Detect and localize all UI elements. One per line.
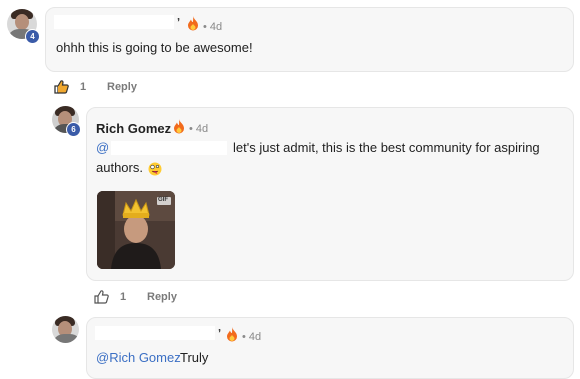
level-badge: 6 bbox=[66, 122, 81, 137]
reply-button[interactable]: Reply bbox=[147, 291, 177, 303]
comment-text: ohhh this is going to be awesome! bbox=[56, 40, 253, 55]
comment-bubble: ʼ • 4d ohhh this is going to be awesome! bbox=[45, 7, 574, 72]
fire-icon bbox=[227, 327, 237, 342]
fire-icon bbox=[174, 119, 184, 134]
like-icon[interactable] bbox=[94, 290, 109, 304]
comment-text-line1: let's just admit, this is the best commu… bbox=[233, 140, 540, 155]
comment-text-line2: authors. bbox=[96, 160, 143, 175]
level-badge: 4 bbox=[25, 29, 40, 44]
redacted-mention bbox=[111, 141, 227, 155]
mention-link[interactable]: @Rich Gomez bbox=[96, 348, 181, 368]
comment-author[interactable]: Rich Gomez bbox=[96, 121, 171, 136]
gif-badge: GIF bbox=[158, 197, 168, 203]
comment-time: • 4d bbox=[242, 331, 262, 343]
like-icon[interactable] bbox=[54, 80, 69, 94]
like-count: 1 bbox=[120, 291, 127, 303]
comment-bubble: Rich Gomez • 4d @ let's just admit, this… bbox=[86, 107, 574, 281]
reply-button[interactable]: Reply bbox=[107, 81, 137, 93]
redacted-author-name bbox=[54, 15, 174, 29]
comment-text: Truly bbox=[180, 350, 209, 365]
gif-image[interactable]: GIF bbox=[97, 191, 175, 269]
comment-time: • 4d bbox=[203, 21, 223, 33]
mention-link[interactable]: @ bbox=[96, 138, 109, 158]
redacted-author-name bbox=[95, 326, 215, 340]
like-count: 1 bbox=[80, 81, 87, 93]
comment-time: • 4d bbox=[189, 123, 209, 135]
commenter-avatar[interactable] bbox=[52, 316, 79, 343]
zany-face-emoji bbox=[148, 162, 162, 176]
fire-icon bbox=[188, 16, 198, 31]
